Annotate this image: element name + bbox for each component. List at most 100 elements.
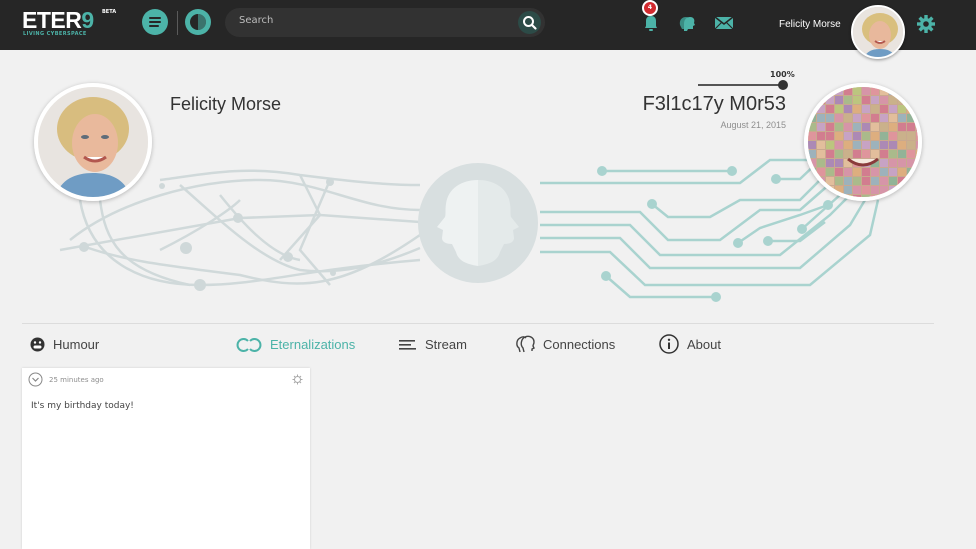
mosaic-tile (871, 150, 879, 158)
mosaic-tile (862, 114, 870, 122)
mosaic-tile (880, 87, 888, 95)
mosaic-tile (853, 150, 861, 158)
counterpart-avatar[interactable] (804, 83, 922, 201)
search-icon (523, 16, 537, 30)
mosaic-tile (817, 141, 825, 149)
mosaic-tile (862, 168, 870, 176)
mosaic-tile (871, 132, 879, 140)
tab-label: Stream (425, 336, 467, 352)
mosaic-tile (916, 132, 918, 140)
search-input[interactable] (239, 15, 509, 26)
mosaic-tile (898, 114, 906, 122)
header-user-name[interactable]: Felicity Morse (779, 19, 841, 30)
heads-icon (516, 335, 535, 353)
progress-label: 100% (770, 70, 795, 79)
mosaic-tile (862, 96, 870, 104)
mosaic-tile (907, 141, 915, 149)
mosaic-tile (862, 186, 870, 194)
mosaic-tile (862, 141, 870, 149)
mosaic-tile (880, 132, 888, 140)
pixelated-counterpart-photo (808, 87, 918, 197)
menu-button[interactable] (142, 9, 168, 35)
mosaic-tile (835, 132, 843, 140)
mosaic-tile (889, 159, 897, 167)
infinity-loop-icon (236, 337, 262, 352)
post-settings-icon[interactable] (292, 374, 303, 385)
mosaic-tile (835, 114, 843, 122)
mosaic-tile (871, 141, 879, 149)
mosaic-tile (898, 150, 906, 158)
mosaic-tile (835, 96, 843, 104)
mosaic-tile (916, 150, 918, 158)
mosaic-tile (871, 105, 879, 113)
mosaic-tile (808, 159, 816, 167)
progress-track (698, 84, 784, 86)
tab-connections[interactable]: Connections (515, 330, 615, 358)
conversations-button[interactable] (676, 12, 698, 34)
mosaic-tile (880, 168, 888, 176)
mosaic-tile (853, 132, 861, 140)
mosaic-tile (880, 114, 888, 122)
tab-label: Connections (543, 336, 616, 352)
mosaic-tile (826, 96, 834, 104)
mosaic-tile (835, 168, 843, 176)
messages-button[interactable] (713, 12, 735, 34)
profile-photo (38, 87, 148, 197)
mosaic-tile (817, 123, 825, 131)
eter9-logo[interactable]: ETER9 BETA LIVING CYBERSPACE (22, 8, 122, 40)
collapse-chevron-icon[interactable] (28, 372, 43, 387)
mosaic-tile (898, 105, 906, 113)
mosaic-tile (853, 168, 861, 176)
mosaic-tile (835, 123, 843, 131)
mosaic-tile (871, 123, 879, 131)
mosaic-tile (907, 132, 915, 140)
mosaic-tile (817, 168, 825, 176)
mosaic-tile (844, 186, 852, 194)
mosaic-tile (871, 87, 879, 95)
mosaic-tile (853, 105, 861, 113)
mosaic-tile (808, 150, 816, 158)
info-icon (659, 334, 679, 354)
mosaic-tile (880, 105, 888, 113)
mosaic-tile (835, 141, 843, 149)
tab-about[interactable]: About (659, 330, 721, 358)
settings-button[interactable] (916, 14, 936, 34)
mosaic-tile (871, 168, 879, 176)
mosaic-tile (862, 195, 870, 197)
mosaic-tile (817, 114, 825, 122)
chat-heads-icon (679, 17, 695, 31)
progress-slider-handle[interactable] (778, 80, 788, 90)
logo-beta-label: BETA (102, 9, 117, 15)
tab-eternalizations[interactable]: Eternalizations (236, 330, 355, 358)
counterpart-toggle-button[interactable] (185, 9, 211, 35)
mosaic-tile (862, 123, 870, 131)
mosaic-tile (826, 105, 834, 113)
tab-stream[interactable]: Stream (399, 330, 467, 358)
section-divider (22, 323, 934, 324)
mosaic-tile (826, 141, 834, 149)
mosaic-tile (907, 150, 915, 158)
mosaic-tile (880, 96, 888, 104)
mosaic-tile (871, 195, 879, 197)
profile-avatar[interactable] (34, 83, 152, 201)
mosaic-tile (889, 132, 897, 140)
mosaic-tile (808, 141, 816, 149)
mosaic-tile (844, 168, 852, 176)
search-button[interactable] (518, 11, 541, 34)
mosaic-tile (853, 186, 861, 194)
counterpart-date: August 21, 2015 (720, 120, 786, 130)
mosaic-tile (844, 150, 852, 158)
mosaic-tile (916, 123, 918, 131)
counterpart-name: F3l1c17y M0r53 (642, 93, 786, 115)
mosaic-tile (835, 105, 843, 113)
profile-name: Felicity Morse (170, 94, 282, 114)
mosaic-tile (844, 123, 852, 131)
mosaic-tile (826, 114, 834, 122)
mosaic-tile (862, 105, 870, 113)
search-bar (225, 8, 545, 37)
mosaic-tile (844, 132, 852, 140)
tab-humour[interactable]: Humour (30, 330, 99, 358)
mosaic-tile (889, 114, 897, 122)
logo-tagline: LIVING CYBERSPACE (23, 31, 87, 37)
mosaic-tile (844, 105, 852, 113)
